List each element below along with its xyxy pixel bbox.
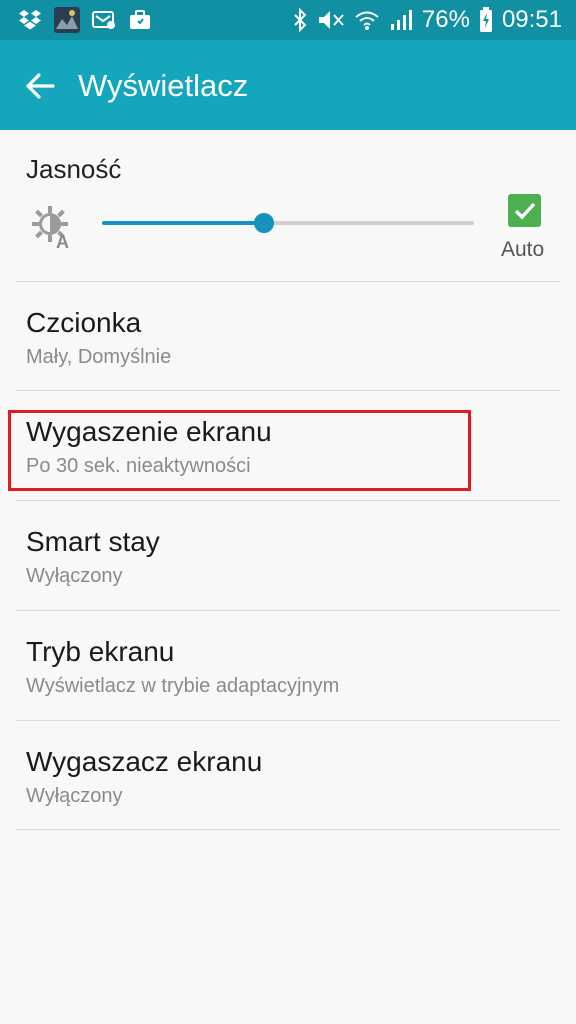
divider [16,829,560,830]
slider-thumb[interactable] [254,213,274,233]
setting-value: Wyłączony [26,565,123,587]
page-title: Wyświetlacz [78,68,249,103]
game-thumbnail-icon [54,7,80,33]
battery-charging-icon [479,7,493,33]
brightness-section: Jasność A Auto [0,130,576,281]
email-notification-icon [92,9,116,31]
setting-title: Smart stay [26,526,160,557]
setting-title: Czcionka [26,307,142,338]
signal-icon [389,8,413,32]
setting-screensaver[interactable]: Wygaszacz ekranu Wyłączony [0,720,576,829]
system-status: 76% 09:51 [292,0,562,40]
setting-title: Wygaszacz ekranu [26,746,263,777]
settings-list: Jasność A Auto Czcionka Mały, Domyślnie … [0,130,576,830]
notification-icons [18,6,152,34]
auto-brightness-icon: A [30,204,76,252]
auto-brightness-checkbox[interactable] [508,194,541,227]
setting-screen-mode[interactable]: Tryb ekranu Wyświetlacz w trybie adaptac… [0,610,576,719]
setting-title: Tryb ekranu [26,636,175,667]
briefcase-icon [128,9,152,31]
setting-value: Mały, Domyślnie [26,346,172,368]
back-button[interactable] [20,66,60,106]
mute-icon [317,8,345,32]
status-bar: 76% 09:51 [0,0,576,40]
battery-percentage: 76% [421,6,470,33]
brightness-label: Jasność [26,154,122,184]
arrow-back-icon [26,73,55,99]
svg-text:A: A [56,232,69,250]
setting-smart-stay[interactable]: Smart stay Wyłączony [0,500,576,609]
slider-fill [102,221,264,225]
app-bar: Wyświetlacz [0,40,576,130]
setting-font[interactable]: Czcionka Mały, Domyślnie [0,281,576,390]
clock: 09:51 [501,6,562,33]
checkmark-icon [514,202,535,220]
setting-value: Wyświetlacz w trybie adaptacyjnym [26,675,340,697]
highlight-frame [8,410,471,491]
auto-label: Auto [501,238,545,261]
wifi-icon [354,8,380,32]
dropbox-icon [18,9,42,31]
bluetooth-icon [292,8,308,32]
setting-value: Wyłączony [26,785,123,807]
brightness-slider[interactable] [102,212,474,234]
